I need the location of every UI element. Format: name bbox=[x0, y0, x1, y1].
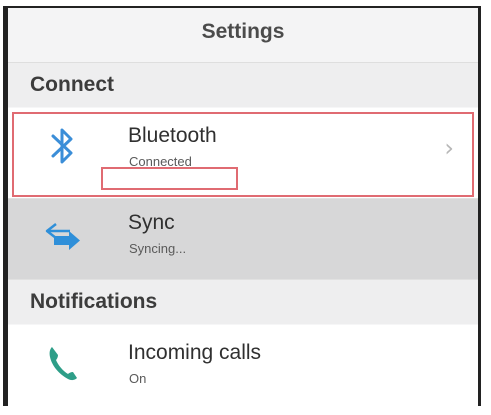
sync-icon bbox=[40, 213, 86, 259]
row-status: Syncing... bbox=[129, 241, 187, 256]
page-title: Settings bbox=[201, 20, 285, 43]
navigation-bar: Settings bbox=[8, 8, 478, 63]
settings-row-sync[interactable]: Sync Syncing... bbox=[8, 199, 478, 280]
phone-icon bbox=[40, 341, 86, 387]
annotation-box-status bbox=[101, 167, 238, 190]
row-label: Sync bbox=[128, 211, 175, 234]
section-header-connect: Connect bbox=[8, 63, 478, 107]
settings-row-incoming-calls[interactable]: Incoming calls On bbox=[8, 325, 478, 406]
section-header-notifications: Notifications bbox=[8, 280, 478, 324]
annotation-box-bluetooth-row bbox=[12, 112, 474, 197]
row-status: On bbox=[129, 371, 147, 386]
row-label: Incoming calls bbox=[128, 341, 262, 364]
section-title: Notifications bbox=[30, 290, 158, 313]
section-title: Connect bbox=[30, 73, 114, 96]
settings-screen: Settings Connect Bluetooth Connected › S… bbox=[3, 6, 481, 406]
